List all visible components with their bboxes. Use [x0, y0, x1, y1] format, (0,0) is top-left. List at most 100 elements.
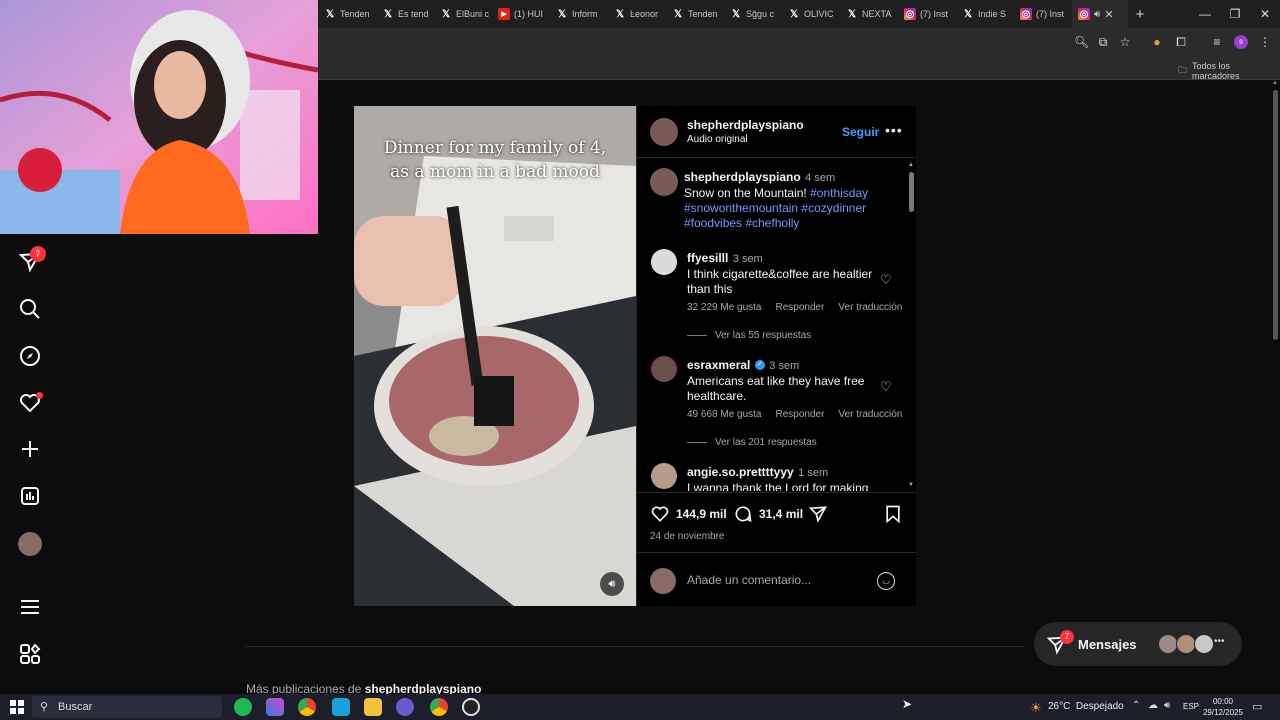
caption-avatar[interactable] [650, 168, 678, 196]
post-date[interactable]: 24 de noviembre [650, 531, 725, 542]
scrollbar-thumb[interactable] [1272, 90, 1278, 340]
more-options-icon[interactable]: ••• [885, 122, 903, 138]
chevron-up-icon[interactable]: ⌃ [1132, 700, 1140, 711]
network-icon[interactable]: ☁ [1148, 700, 1158, 711]
browser-tab[interactable]: 𝕏 OLIVIC [782, 0, 840, 28]
browser-tab[interactable]: 𝕏 Es tend [376, 0, 434, 28]
hashtag-link[interactable]: #foodvibes #chefholly [684, 216, 904, 231]
scroll-down-icon[interactable]: ▼ [908, 482, 914, 488]
browser-tab-active[interactable]: ◎ 🔊︎ ✕ [1072, 0, 1128, 28]
view-replies[interactable]: Ver las 55 respuestas [687, 330, 811, 341]
search-icon: ⚲ [40, 701, 49, 713]
close-icon[interactable]: ✕ [1104, 8, 1113, 21]
hashtag-link[interactable]: #snowonthemountain #cozydinner [684, 201, 904, 216]
comment-username[interactable]: angie.so.prettttyyy [687, 465, 794, 479]
comment-username[interactable]: ffyesilll [687, 251, 728, 265]
like-comment-icon[interactable]: ♡ [880, 272, 892, 288]
emoji-icon[interactable]: ◡ [877, 572, 895, 590]
volume-icon[interactable]: 🔊︎ [1164, 700, 1170, 711]
comment-action[interactable]: 31,4 mil [733, 504, 803, 524]
menu-kebab-icon[interactable]: ⋮ [1258, 35, 1272, 49]
minimize-button[interactable]: — [1190, 7, 1220, 21]
dashboard-nav-icon[interactable] [18, 484, 42, 508]
browser-tab[interactable]: 𝕏 NEXTA [840, 0, 898, 28]
install-app-icon[interactable]: ⧉ [1096, 35, 1110, 49]
profile-avatar-nav[interactable] [18, 532, 42, 556]
author-username[interactable]: shepherdplayspiano [687, 118, 804, 132]
like-comment-icon[interactable]: ♡ [880, 379, 892, 395]
comment-username[interactable]: esraxmeral [687, 358, 750, 372]
extension-colorful-icon[interactable]: ● [1150, 35, 1164, 49]
chrome-icon[interactable] [298, 698, 316, 716]
browser-tab[interactable]: ▶ (1) HUI [492, 0, 550, 28]
save-action[interactable] [883, 504, 903, 529]
spotify-icon[interactable] [234, 698, 252, 716]
file-explorer-icon[interactable] [364, 698, 382, 716]
chrome-icon[interactable] [430, 698, 448, 716]
clock[interactable]: 00:00 29/12/2025 [1202, 696, 1244, 718]
windows-start-icon[interactable] [10, 700, 24, 714]
reply-button[interactable]: Responder [776, 302, 825, 313]
tab-label: Leonor [630, 9, 659, 19]
browser-tab[interactable]: ◎ (7) Inst [1014, 0, 1072, 28]
notifications-nav-icon[interactable] [18, 391, 43, 415]
add-comment-input[interactable]: Añade un comentario... [687, 573, 811, 587]
reply-button[interactable]: Responder [776, 409, 825, 420]
share-action[interactable] [808, 504, 828, 529]
comment-likes[interactable]: 32 229 Me gusta [687, 302, 762, 313]
app-icon[interactable] [332, 698, 350, 716]
post-video[interactable]: Dinner for my family of 4, as a mom in a… [354, 106, 636, 606]
scroll-up-icon[interactable]: ▲ [908, 162, 914, 168]
weather-text[interactable]: 26°C Despejado [1048, 701, 1124, 712]
comment: angie.so.prettttyyy 1 sem I wanna thank … [687, 463, 887, 491]
all-bookmarks[interactable]: 🗀 Todos los marcadores [1178, 61, 1280, 81]
mute-button[interactable]: 🔊︎ [600, 572, 624, 596]
close-window-button[interactable]: ✕ [1250, 7, 1280, 21]
follow-button[interactable]: Seguir [842, 125, 879, 139]
more-nav-icon[interactable] [18, 595, 42, 619]
comment-likes[interactable]: 49 668 Me gusta [687, 409, 762, 420]
extensions-icon[interactable]: ⧠ [1174, 35, 1188, 49]
explore-nav-icon[interactable] [18, 344, 42, 368]
browser-tab[interactable]: 𝕏 ElBuni c [434, 0, 492, 28]
zoom-icon[interactable]: 🔍︎ [1074, 35, 1089, 49]
scrollbar-thumb[interactable] [908, 172, 914, 212]
comment-avatar[interactable] [651, 356, 677, 382]
messages-nav-icon[interactable]: 7 [18, 246, 46, 274]
caption-username[interactable]: shepherdplayspiano [684, 170, 801, 184]
browser-tab[interactable]: 𝕏 Inform [550, 0, 608, 28]
messages-widget[interactable]: 7 Mensajes ••• [1034, 622, 1242, 666]
discord-icon[interactable] [396, 698, 414, 716]
copilot-icon[interactable] [266, 698, 284, 716]
comment-avatar[interactable] [651, 463, 677, 489]
obs-icon[interactable] [462, 698, 480, 716]
comment-avatar[interactable] [651, 249, 677, 275]
media-control-icon[interactable]: ≡ [1210, 35, 1224, 49]
taskbar-search[interactable]: ⚲ Buscar [32, 696, 222, 718]
new-tab-button[interactable]: + [1128, 6, 1152, 23]
translate-button[interactable]: Ver traducción [838, 409, 902, 420]
profile-avatar[interactable]: s [1234, 35, 1248, 49]
star-icon[interactable]: ☆ [1118, 35, 1132, 49]
comments-scrollbar[interactable]: ▲ ▼ [908, 162, 914, 492]
page-scrollbar[interactable]: ▲ [1270, 80, 1280, 694]
view-replies[interactable]: Ver las 201 respuestas [687, 437, 817, 448]
maximize-button[interactable]: ❐ [1220, 7, 1250, 21]
translate-button[interactable]: Ver traducción [838, 302, 902, 313]
notifications-icon[interactable]: ▭ [1252, 700, 1262, 713]
browser-tab[interactable]: ◎ (7) Inst [898, 0, 956, 28]
audio-label[interactable]: Audio original [687, 134, 748, 145]
language-indicator[interactable]: ESP [1183, 702, 1199, 711]
search-nav-icon[interactable] [18, 297, 42, 321]
browser-tab[interactable]: 𝕏 Indie S [956, 0, 1014, 28]
browser-tab[interactable]: 𝕏 Tenden [318, 0, 376, 28]
author-avatar[interactable] [650, 118, 678, 146]
scroll-up-icon[interactable]: ▲ [1270, 80, 1280, 86]
browser-tab[interactable]: 𝕏 Tenden [666, 0, 724, 28]
browser-tab[interactable]: 𝕏 Leonor [608, 0, 666, 28]
like-action[interactable]: 144,9 mil [650, 504, 727, 524]
also-from-meta-icon[interactable] [18, 642, 42, 666]
browser-tab[interactable]: 𝕏 Sĝgu c [724, 0, 782, 28]
hashtag-link[interactable]: #onthisday [810, 186, 868, 200]
create-nav-icon[interactable] [18, 437, 42, 461]
